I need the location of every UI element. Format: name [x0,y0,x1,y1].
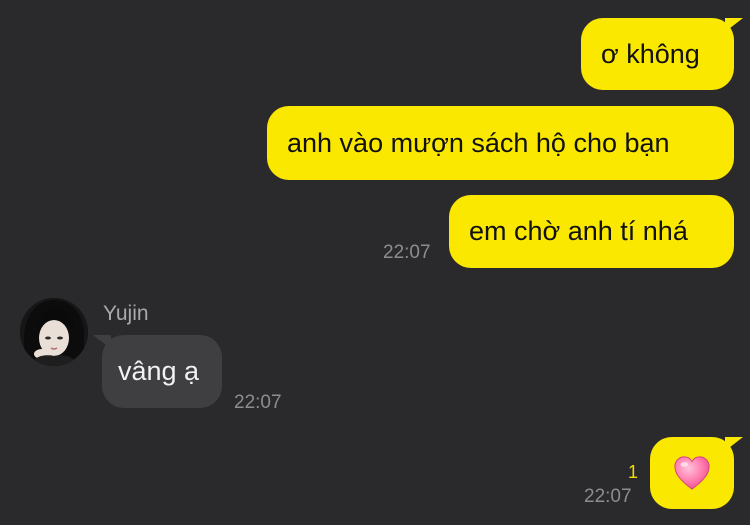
message-text: anh vào mượn sách hộ cho bạn [287,127,670,158]
message-timestamp: 22:07 [234,392,282,413]
message-timestamp: 22:07 [383,242,431,263]
message-text: vâng ạ [118,356,200,386]
incoming-message-bubble[interactable]: vâng ạ [93,335,222,408]
outgoing-message-bubble[interactable]: ơ không [581,18,743,90]
message-timestamp: 22:07 [584,486,632,507]
avatar[interactable] [20,298,88,366]
pink-heart-icon [674,456,710,490]
outgoing-emoji-bubble[interactable] [650,437,743,509]
avatar-photo [20,298,88,366]
message-text: ơ không [601,38,700,69]
outgoing-message-bubble[interactable]: anh vào mượn sách hộ cho bạn [267,106,734,180]
outgoing-message-bubble[interactable]: em chờ anh tí nhá [449,195,734,268]
unread-count: 1 [628,462,639,482]
chat-screen: ơ không anh vào mượn sách hộ cho bạn em … [0,0,750,525]
sender-name: Yujin [103,302,149,325]
message-text: em chờ anh tí nhá [469,216,688,246]
